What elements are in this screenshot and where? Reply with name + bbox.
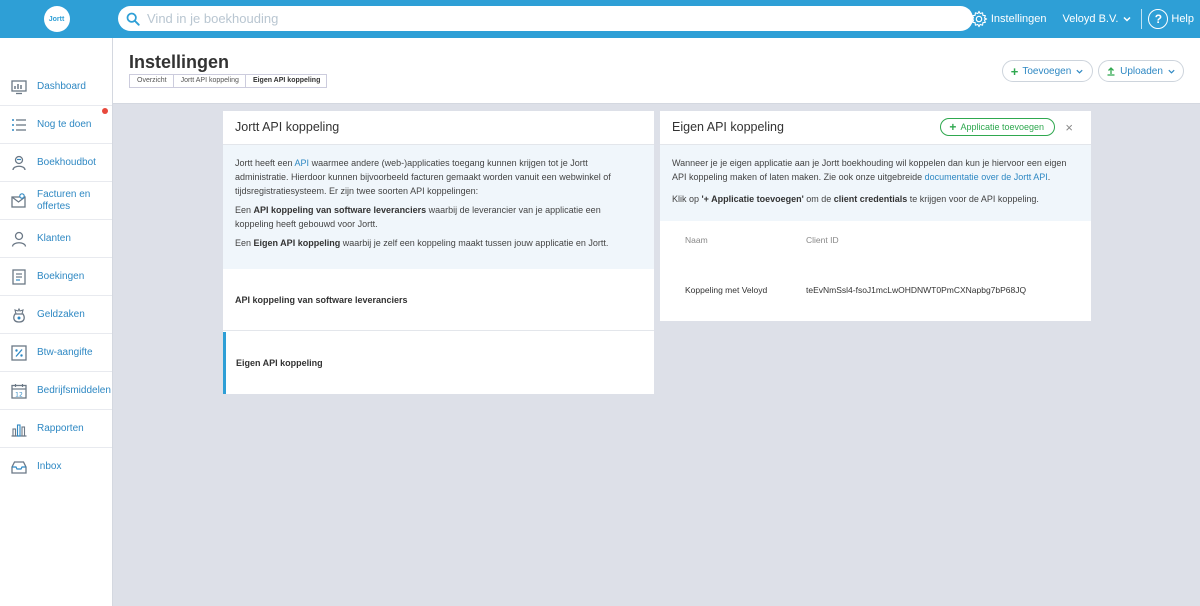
help-icon: ?	[1148, 9, 1169, 29]
eigen-api-panel: Eigen API koppeling + Applicatie toevoeg…	[660, 111, 1091, 321]
column-header-name: Naam	[685, 235, 708, 245]
upload-icon	[1107, 67, 1115, 76]
jortt-logo[interactable]: Jortt	[43, 6, 70, 32]
sidebar-item-dashboard[interactable]: Dashboard	[0, 68, 112, 106]
svg-text:12: 12	[15, 391, 23, 398]
sidebar-item-label: Klanten	[37, 232, 71, 244]
info-paragraph: Jortt heeft een API waarmee andere (web-…	[235, 158, 611, 196]
company-label: Veloyd B.V.	[1062, 13, 1119, 25]
documentation-link[interactable]: documentatie over de Jortt API	[925, 172, 1048, 182]
notification-dot	[102, 108, 108, 114]
calendar-icon: 12	[11, 383, 27, 399]
customer-icon	[11, 231, 27, 247]
info-paragraph: Wanneer je je eigen applicatie aan je Jo…	[672, 158, 1067, 182]
list-icon	[12, 118, 26, 131]
plus-icon: +	[949, 120, 957, 134]
row-software-leveranciers[interactable]: API koppeling van software leveranciers	[223, 269, 654, 331]
sidebar-item-label: Boekingen	[37, 270, 85, 282]
table-row[interactable]: Koppeling met Veloyd teEvNmSsl4-fsoJ1mcL…	[660, 273, 1091, 307]
invoice-icon	[11, 192, 26, 208]
sidebar-item-label: Inbox	[37, 461, 62, 472]
percent-icon	[11, 344, 27, 361]
sidebar-item-geldzaken[interactable]: Geldzaken	[0, 296, 112, 334]
settings-link[interactable]: Instellingen	[970, 10, 1047, 28]
chevron-down-icon	[1123, 16, 1131, 22]
sidebar-item-inbox[interactable]: Inbox	[0, 448, 112, 486]
breadcrumb: Overzicht Jortt API koppeling Eigen API …	[129, 74, 328, 88]
upload-button-label: Uploaden	[1120, 65, 1163, 77]
panel-title: Eigen API koppeling	[672, 120, 784, 134]
bot-icon	[12, 155, 26, 170]
column-header-client-id: Client ID	[806, 235, 839, 245]
chart-icon	[11, 423, 27, 437]
help-link[interactable]: ? Help	[1148, 9, 1194, 29]
sidebar-item-label: Boekhoudbot	[37, 156, 96, 168]
logo-area[interactable]: Jortt	[0, 0, 113, 38]
close-icon[interactable]: ×	[1065, 120, 1073, 135]
info-paragraph: Klik op '+ Applicatie toevoegen' om de c…	[672, 194, 1039, 204]
page-header: Instellingen Overzicht Jortt API koppeli…	[113, 38, 1200, 104]
add-button-label: Toevoegen	[1022, 65, 1072, 77]
plus-icon: +	[1010, 63, 1019, 79]
breadcrumb-item-eigen-api: Eigen API koppeling	[244, 74, 328, 88]
jortt-api-panel: Jortt API koppeling Jortt heeft een API …	[223, 111, 654, 394]
add-application-label: Applicatie toevoegen	[960, 122, 1044, 132]
row-label: Eigen API koppeling	[236, 358, 323, 368]
sidebar-item-label: Facturen en offertes	[37, 188, 91, 212]
add-application-button[interactable]: + Applicatie toevoegen	[940, 118, 1055, 136]
app-name: Koppeling met Veloyd	[685, 285, 768, 295]
sidebar-item-label: Rapporten	[37, 422, 84, 434]
sidebar-item-label: Nog te doen	[37, 118, 92, 130]
divider	[1141, 9, 1143, 29]
sidebar-item-rapporten[interactable]: Rapporten	[0, 410, 112, 448]
sidebar-item-klanten[interactable]: Klanten	[0, 220, 112, 258]
upload-button[interactable]: Uploaden	[1098, 60, 1184, 82]
row-label: API koppeling van software leveranciers	[235, 294, 408, 305]
page-title: Instellingen	[129, 52, 230, 72]
chevron-down-icon	[1168, 69, 1175, 74]
sidebar-item-nog-te-doen[interactable]: Nog te doen	[0, 106, 112, 144]
row-eigen-api-koppeling[interactable]: Eigen API koppeling	[223, 332, 654, 394]
api-link[interactable]: API	[295, 158, 310, 168]
sidebar-item-bedrijfsmiddelen[interactable]: 12 Bedrijfsmiddelen	[0, 372, 112, 410]
search-bar[interactable]	[118, 6, 973, 31]
add-button[interactable]: + Toevoegen	[1002, 60, 1093, 82]
eigen-api-info-box: Wanneer je je eigen applicatie aan je Jo…	[660, 145, 1091, 221]
sidebar-item-label: Btw-aangifte	[37, 346, 93, 358]
dashboard-icon	[11, 79, 27, 94]
panel-title: Jortt API koppeling	[235, 120, 340, 134]
money-icon	[13, 307, 25, 323]
bookings-icon	[12, 268, 26, 285]
sidebar-item-facturen[interactable]: Facturen en offertes	[0, 182, 112, 220]
top-right-menu: Instellingen Veloyd B.V. ? Help	[970, 0, 1194, 38]
search-icon	[126, 12, 140, 26]
help-label: Help	[1171, 13, 1194, 25]
settings-label: Instellingen	[990, 13, 1047, 25]
chevron-down-icon	[1076, 69, 1083, 74]
client-id: teEvNmSsl4-fsoJ1mcLwOHDNWT0PmCXNapbg7bP6…	[806, 285, 1027, 295]
sidebar-item-label: Geldzaken	[37, 308, 85, 320]
inbox-icon	[11, 461, 27, 474]
sidebar-item-boekhoudbot[interactable]: Boekhoudbot	[0, 144, 112, 182]
company-selector[interactable]: Veloyd B.V.	[1063, 13, 1136, 25]
breadcrumb-item-jortt-api[interactable]: Jortt API koppeling	[172, 74, 245, 88]
sidebar-item-btw[interactable]: Btw-aangifte	[0, 334, 112, 372]
sidebar-item-boekingen[interactable]: Boekingen	[0, 258, 112, 296]
sidebar-item-label: Bedrijfsmiddelen	[37, 384, 111, 396]
sidebar-item-label: Dashboard	[37, 80, 86, 92]
sidebar: Dashboard Nog te doen Boekhoudbot Factur…	[0, 38, 113, 606]
info-paragraph: Een API koppeling van software leveranci…	[235, 205, 601, 229]
search-input[interactable]	[147, 11, 947, 26]
gear-icon	[970, 10, 988, 28]
info-paragraph: Een Eigen API koppeling waarbij je zelf …	[235, 238, 609, 248]
breadcrumb-item-overzicht[interactable]: Overzicht	[129, 74, 173, 88]
api-info-box: Jortt heeft een API waarmee andere (web-…	[223, 145, 654, 269]
top-bar: Jortt Instellingen Veloyd B.V. ? Help	[0, 0, 1200, 38]
